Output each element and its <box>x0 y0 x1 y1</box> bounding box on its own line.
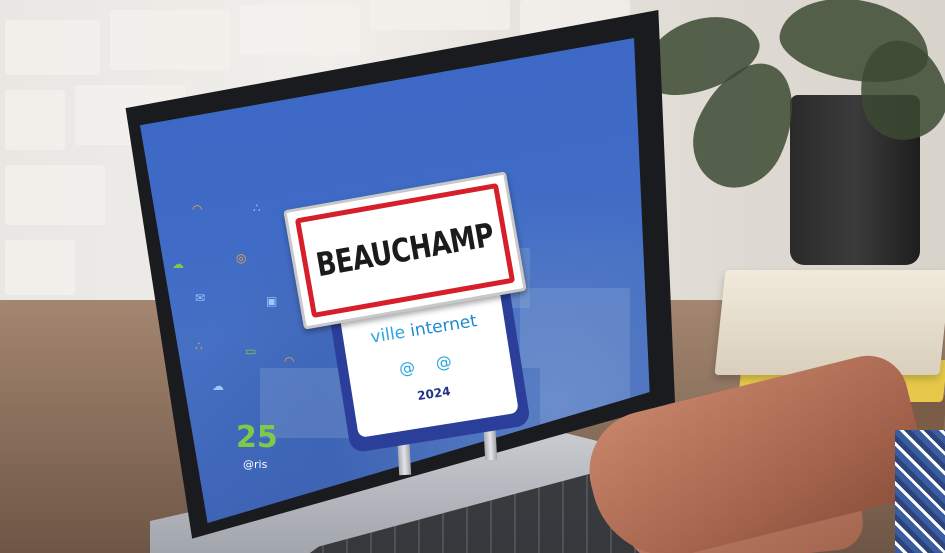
town-name: BEAUCHAMP <box>313 216 497 285</box>
association-logo-text: @ris <box>243 458 268 471</box>
share-icon: ∴ <box>195 339 203 353</box>
plaid-shirt-sleeve <box>895 430 945 553</box>
lock-icon: ▣ <box>266 294 278 308</box>
location-pin-icon: ◎ <box>236 251 247 265</box>
anniversary-logo: 25 <box>236 420 278 455</box>
mail-icon: ✉ <box>195 291 206 305</box>
cloud-icon: ☁ <box>212 379 224 393</box>
book-top <box>714 270 945 375</box>
wifi-icon: ◠ <box>192 202 203 216</box>
wifi-icon: ◠ <box>284 354 295 368</box>
chat-icon: ▭ <box>245 344 257 358</box>
photo-scene: ◠ ∴ ☁ ◎ ✉ ▣ ∴ ▭ ◠ ☁ ville internet @ @ 2… <box>0 0 945 553</box>
cloud-icon: ☁ <box>172 257 184 271</box>
share-icon: ∴ <box>253 201 261 215</box>
